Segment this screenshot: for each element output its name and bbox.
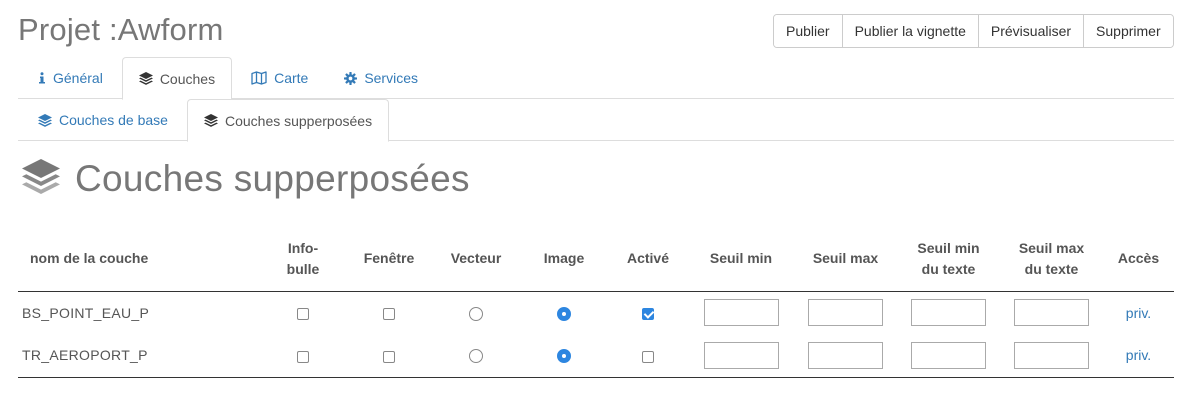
layers-table: nom de la couche Info-bulle Fenêtre Vect… bbox=[18, 227, 1174, 378]
section-title: Couches supperposées bbox=[75, 158, 470, 199]
header-infobulle-line1: Info- bbox=[287, 239, 319, 256]
infobulle-checkbox[interactable] bbox=[297, 308, 309, 321]
image-radio[interactable] bbox=[557, 306, 571, 321]
header-active: Activé bbox=[608, 227, 688, 292]
table-row: TR_AEROPORT_P priv. bbox=[18, 334, 1174, 378]
header-name: nom de la couche bbox=[18, 227, 260, 292]
seuil-max-input[interactable] bbox=[808, 341, 883, 369]
header-seuil-max-texte: Seuil max du texte bbox=[1000, 227, 1103, 292]
header-fenetre: Fenêtre bbox=[346, 227, 432, 292]
table-row: BS_POINT_EAU_P priv. bbox=[18, 291, 1174, 334]
publish-thumbnail-button[interactable]: Publier la vignette bbox=[841, 15, 978, 47]
map-icon bbox=[251, 71, 267, 85]
gear-icon bbox=[344, 71, 358, 85]
seuil-min-input[interactable] bbox=[703, 299, 779, 327]
tab-carte[interactable]: Carte bbox=[234, 57, 325, 99]
main-tabs: Général Couches Carte Services bbox=[18, 57, 1174, 100]
header-seuil-min: Seuil min bbox=[688, 227, 794, 292]
header-seuil-max: Seuil max bbox=[794, 227, 897, 292]
sub-tabs: Couches de base Couches supperposées bbox=[18, 99, 1174, 142]
infobulle-checkbox[interactable] bbox=[297, 350, 309, 363]
delete-button[interactable]: Supprimer bbox=[1083, 15, 1173, 47]
access-link[interactable]: priv. bbox=[1126, 305, 1151, 321]
header-seuil-min-texte-line1: Seuil min bbox=[917, 239, 980, 256]
header-image: Image bbox=[520, 227, 608, 292]
section-header: Couches supperposées bbox=[22, 158, 470, 200]
header-infobulle: Info-bulle bbox=[260, 227, 346, 292]
header-seuil-min-texte: Seuil min du texte bbox=[897, 227, 1000, 292]
active-checkbox[interactable] bbox=[642, 308, 654, 321]
project-actions: Publier Publier la vignette Prévisualise… bbox=[773, 14, 1174, 48]
vecteur-radio[interactable] bbox=[469, 306, 483, 321]
header-infobulle-line2: bulle bbox=[286, 260, 320, 277]
seuil-min-input[interactable] bbox=[703, 341, 779, 369]
tab-couches-de-base[interactable]: Couches de base bbox=[21, 99, 185, 141]
tab-carte-label: Carte bbox=[274, 70, 309, 86]
tab-general[interactable]: Général bbox=[21, 57, 120, 99]
header-seuil-min-texte-line2: du texte bbox=[921, 260, 976, 277]
layer-name: TR_AEROPORT_P bbox=[18, 334, 260, 378]
tab-services[interactable]: Services bbox=[327, 57, 435, 99]
seuil-max-texte-input[interactable] bbox=[1014, 299, 1089, 327]
seuil-min-texte-input[interactable] bbox=[911, 341, 986, 369]
info-icon bbox=[38, 72, 46, 84]
layers-icon bbox=[38, 113, 52, 127]
publish-button[interactable]: Publier bbox=[774, 15, 842, 47]
fenetre-checkbox[interactable] bbox=[383, 350, 395, 363]
tab-services-label: Services bbox=[364, 70, 418, 86]
header-vecteur: Vecteur bbox=[432, 227, 520, 292]
tab-couches[interactable]: Couches bbox=[121, 57, 233, 100]
table-header-row: nom de la couche Info-bulle Fenêtre Vect… bbox=[18, 227, 1174, 292]
seuil-max-texte-input[interactable] bbox=[1014, 341, 1089, 369]
layers-icon bbox=[138, 72, 153, 85]
tab-couches-supperposees[interactable]: Couches supperposées bbox=[186, 99, 390, 142]
image-radio[interactable] bbox=[557, 349, 571, 364]
tab-couches-de-base-label: Couches de base bbox=[59, 112, 168, 128]
preview-button[interactable]: Prévisualiser bbox=[977, 15, 1084, 47]
vecteur-radio[interactable] bbox=[469, 349, 483, 364]
fenetre-checkbox[interactable] bbox=[383, 308, 395, 321]
access-link[interactable]: priv. bbox=[1126, 347, 1151, 363]
active-checkbox[interactable] bbox=[642, 350, 654, 363]
tab-general-label: Général bbox=[53, 70, 103, 86]
layer-name: BS_POINT_EAU_P bbox=[22, 304, 150, 321]
layers-icon bbox=[203, 114, 218, 127]
seuil-max-input[interactable] bbox=[808, 299, 883, 327]
tab-couches-label: Couches bbox=[159, 70, 216, 87]
page-title: Projet :Awform bbox=[18, 12, 224, 47]
header-acces: Accès bbox=[1103, 227, 1174, 292]
tab-couches-supperposees-label: Couches supperposées bbox=[224, 112, 373, 129]
seuil-min-texte-input[interactable] bbox=[911, 299, 986, 327]
header-seuil-max-texte-line2: du texte bbox=[1024, 260, 1079, 277]
layers-icon bbox=[22, 159, 60, 194]
header-seuil-max-texte-line1: Seuil max bbox=[1018, 239, 1085, 256]
